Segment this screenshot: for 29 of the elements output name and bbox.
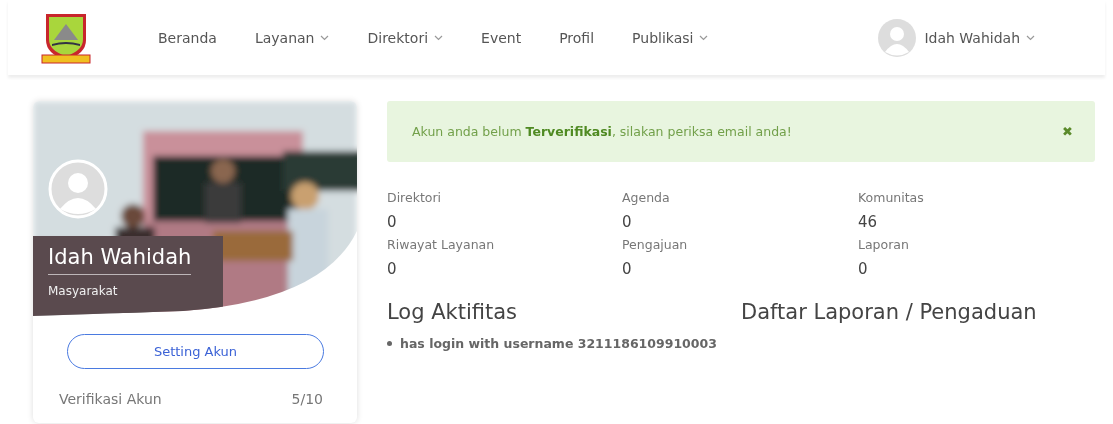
profile-role: Masyarakat (48, 284, 118, 298)
profile-name: Idah Wahidah (48, 245, 192, 275)
stat-label: Pengajuan (622, 237, 689, 252)
stat-value: 0 (622, 213, 633, 231)
stat-label: Agenda (622, 190, 671, 205)
stat-value: 46 (858, 213, 879, 231)
stat-label: Direktori (387, 190, 443, 205)
section-title: Daftar Laporan / Pengaduan (741, 300, 1038, 324)
stat-label: Riwayat Layanan (387, 237, 496, 252)
close-button[interactable]: ✖ (1062, 124, 1073, 139)
log-entry: has login with username 3211186109910003 (400, 336, 717, 351)
stat-value: 0 (622, 260, 633, 278)
nav-link[interactable]: Beranda (158, 29, 217, 46)
nav-link[interactable]: Publikasi (632, 29, 709, 46)
user-menu[interactable]: Idah Wahidah (924, 29, 1035, 46)
stat-value: 0 (387, 213, 398, 231)
alert-message: Akun anda belum Terverifikasi, silakan periksa email anda! (412, 124, 792, 139)
nav-link[interactable]: Layanan (254, 29, 330, 46)
nav-link[interactable]: Direktori (367, 29, 444, 46)
stat-label: Laporan (858, 237, 910, 252)
setting-account-button[interactable]: Setting Akun (67, 334, 324, 369)
verification-label: Verifikasi Akun (59, 391, 162, 407)
nav-link[interactable]: Event (481, 29, 522, 46)
nav-link[interactable]: Profil (559, 29, 595, 46)
stat-value: 0 (387, 260, 398, 278)
verification-value: 5/10 (291, 391, 323, 407)
stat-value: 0 (858, 260, 869, 278)
stat-label: Komunitas (858, 190, 925, 205)
section-title: Log Aktifitas (387, 300, 519, 324)
